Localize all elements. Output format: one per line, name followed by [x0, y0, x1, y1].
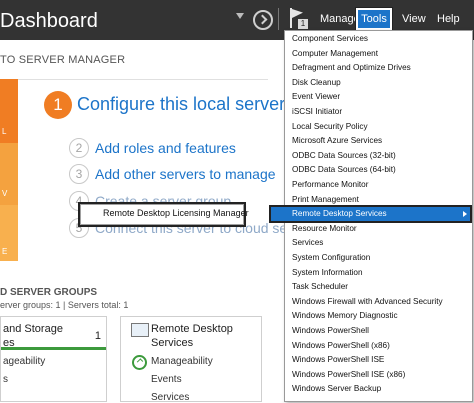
- tools-menu-item[interactable]: iSCSI Initiator: [292, 105, 470, 119]
- tools-menu-item[interactable]: Services: [292, 236, 470, 250]
- tools-menu-item-label: Windows PowerShell: [292, 326, 369, 335]
- tools-menu-item[interactable]: Windows PowerShell (x86): [292, 339, 470, 353]
- tools-menu-item[interactable]: System Information: [292, 266, 470, 280]
- tools-menu-item-label: Print Management: [292, 194, 359, 204]
- tools-menu-item[interactable]: Defragment and Optimize Drives: [292, 61, 470, 75]
- tools-menu-item-label: System Configuration: [292, 253, 371, 262]
- tools-menu-item[interactable]: Microsoft Azure Services: [292, 134, 470, 148]
- divider: [278, 8, 279, 30]
- flag-cloth: [292, 9, 303, 18]
- welcome-title: TO SERVER MANAGER: [0, 54, 126, 66]
- tile-label: E: [2, 247, 8, 256]
- tools-menu-item[interactable]: Event Viewer: [292, 90, 470, 104]
- add-servers-link[interactable]: Add other servers to manage: [95, 166, 276, 182]
- tools-menu-item-label: Windows Firewall with Advanced Security: [292, 296, 443, 306]
- page-title: Dashboard: [0, 10, 98, 32]
- tools-menu-item[interactable]: Windows Firewall with Advanced Security: [292, 295, 470, 309]
- learn-more-tile[interactable]: E: [0, 205, 18, 261]
- tools-menu-item[interactable]: Local Security Policy: [292, 120, 470, 134]
- whats-new-tile[interactable]: V: [0, 143, 18, 205]
- tools-menu-item-label: Windows PowerShell (x86): [292, 340, 390, 350]
- tools-menu-item-label: Windows Server Backup: [292, 384, 382, 394]
- tools-menu-item[interactable]: Performance Monitor: [292, 178, 470, 192]
- card-row-events[interactable]: Events: [151, 374, 182, 385]
- tools-menu-item-label: ODBC Data Sources (32-bit): [292, 150, 396, 160]
- tools-menu-item-label: Services: [292, 238, 324, 248]
- tools-menu-item[interactable]: Windows PowerShell ISE: [292, 353, 470, 367]
- card-title-line: Remote Desktop: [151, 323, 233, 335]
- welcome-header: TO SERVER MANAGER: [0, 41, 268, 80]
- remote-desktop-licensing-manager-item[interactable]: Remote Desktop Licensing Manager: [78, 202, 249, 227]
- quick-start-tile[interactable]: L: [0, 79, 18, 143]
- server-groups-summary: erver groups: 1 | Servers total: 1: [0, 300, 129, 310]
- tools-menu-item[interactable]: Windows Memory Diagnostic: [292, 309, 470, 323]
- chevron-down-icon[interactable]: [236, 13, 244, 19]
- menu-tools[interactable]: Tools: [355, 7, 393, 31]
- card-title-line: and Storage: [3, 323, 63, 335]
- tools-dropdown-menu: Component Services Computer Management Def…: [269, 30, 473, 402]
- tools-menu-item-label: Windows Memory Diagnostic: [292, 311, 398, 321]
- tools-menu-item[interactable]: Disk Cleanup: [292, 76, 470, 90]
- flag-pole: [290, 8, 292, 28]
- tools-menu-item-label: Windows PowerShell ISE (x86): [292, 369, 406, 379]
- tools-menu-item-label: Task Scheduler: [292, 282, 348, 292]
- tools-menu-item[interactable]: ODBC Data Sources (64-bit): [292, 163, 470, 177]
- submenu-arrow-icon: [463, 211, 467, 218]
- menu-manage[interactable]: Manage: [320, 12, 360, 26]
- context-item-label: Remote Desktop Licensing Manager: [103, 208, 249, 218]
- step-number: 1: [44, 91, 72, 119]
- tools-menu-item-label: iSCSI Initiator: [292, 107, 343, 116]
- notification-badge: 1: [298, 19, 308, 29]
- tools-menu-item-label: Resource Monitor: [292, 223, 357, 233]
- tools-menu-item[interactable]: Windows Server Backup: [292, 382, 470, 396]
- status-bar: [1, 347, 106, 350]
- tools-menu-item[interactable]: System Configuration: [292, 251, 470, 265]
- step-number: 2: [69, 138, 89, 158]
- ok-check-icon: [132, 355, 147, 370]
- remote-desktop-icon: [131, 323, 149, 337]
- card-count: 1: [94, 330, 101, 342]
- refresh-icon[interactable]: [253, 10, 273, 30]
- tools-menu-item[interactable]: Resource Monitor: [292, 222, 470, 236]
- tools-menu-item-label: ODBC Data Sources (64-bit): [292, 165, 396, 175]
- card-row-manageability[interactable]: Manageability: [151, 356, 213, 367]
- tools-menu-item-label: Windows PowerShell ISE: [292, 355, 385, 365]
- menu-tools-label: Tools: [361, 13, 387, 25]
- configure-local-server-link[interactable]: Configure this local server: [77, 94, 285, 115]
- remote-desktop-card[interactable]: Remote Desktop Services Manageability Ev…: [120, 316, 262, 403]
- add-roles-link[interactable]: Add roles and features: [95, 140, 236, 156]
- tile-label: V: [2, 189, 8, 198]
- tools-menu-item-label: Local Security Policy: [292, 121, 368, 131]
- tools-menu-item-label: Microsoft Azure Services: [292, 136, 383, 146]
- card-row-manageability[interactable]: ageability: [3, 356, 45, 367]
- tools-menu-item-label: Disk Cleanup: [292, 77, 341, 87]
- tools-menu-item-label: Remote Desktop Services: [292, 209, 387, 219]
- tools-menu-item-label: Component Services: [292, 34, 368, 43]
- card-row-services[interactable]: Services: [151, 392, 189, 403]
- tools-menu-item-label: Defragment and Optimize Drives: [292, 63, 411, 73]
- tools-menu-item-label: Computer Management: [292, 48, 379, 58]
- tile-label: L: [2, 127, 7, 136]
- tools-menu-item[interactable]: Remote Desktop Services: [269, 205, 472, 224]
- tools-menu-item-label: System Information: [292, 267, 363, 277]
- tools-menu-item[interactable]: ODBC Data Sources (32-bit): [292, 149, 470, 163]
- menu-help[interactable]: Help: [437, 12, 460, 26]
- tools-menu-item[interactable]: Windows PowerShell: [292, 324, 470, 338]
- card-title-line: Services: [151, 337, 194, 349]
- tools-menu-item[interactable]: Component Services: [292, 32, 470, 46]
- tools-menu-item-label: Performance Monitor: [292, 180, 369, 189]
- card-row-events[interactable]: s: [3, 374, 8, 385]
- server-groups-title: D SERVER GROUPS: [0, 287, 98, 298]
- file-storage-card[interactable]: and Storage es 1 ageability s: [0, 316, 107, 402]
- tools-menu-item-label: Event Viewer: [292, 92, 341, 102]
- tools-menu-item[interactable]: Windows PowerShell ISE (x86): [292, 368, 470, 382]
- tools-menu-item[interactable]: Task Scheduler: [292, 280, 470, 294]
- menu-view[interactable]: View: [402, 12, 426, 26]
- tools-menu-item[interactable]: Print Management: [292, 193, 470, 207]
- tools-menu-item[interactable]: Computer Management: [292, 47, 470, 61]
- step-number: 3: [69, 164, 89, 184]
